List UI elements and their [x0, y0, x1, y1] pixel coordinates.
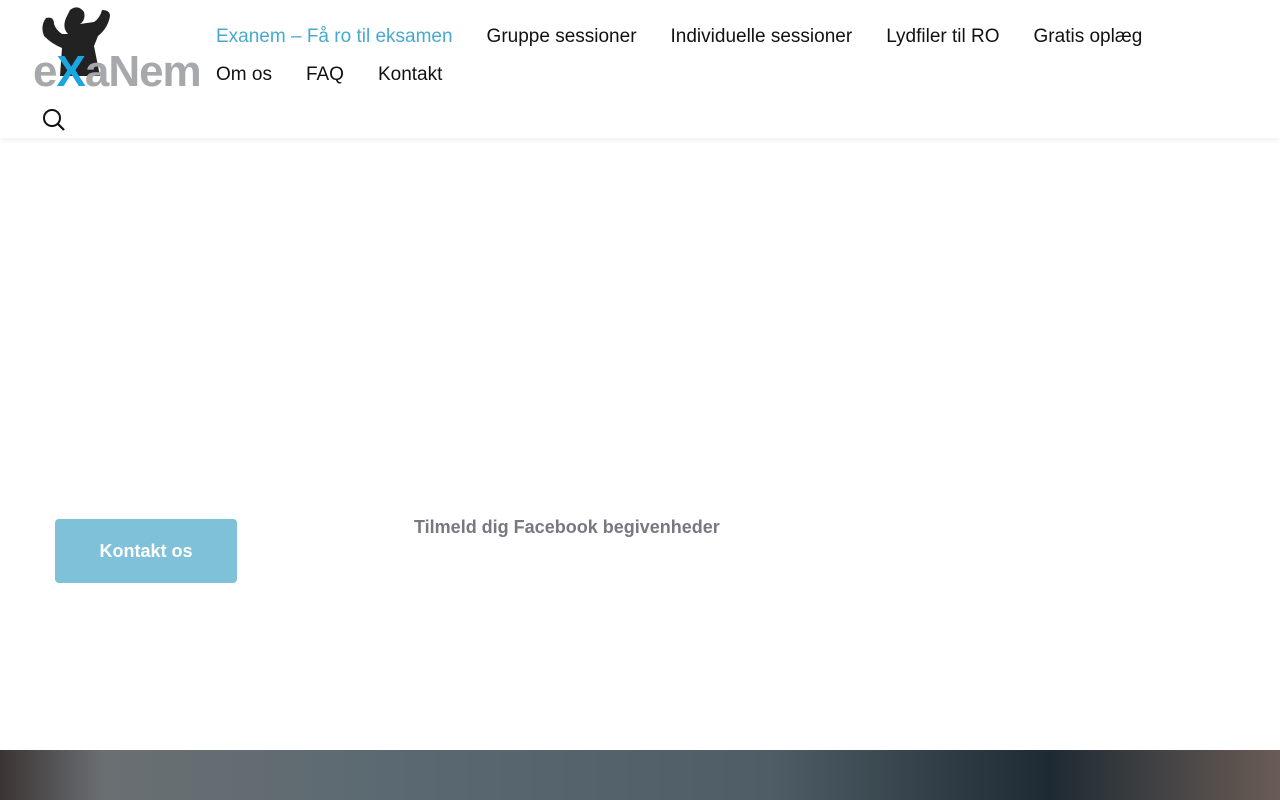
nav-item-group-sessions[interactable]: Gruppe sessioner	[487, 18, 637, 56]
contact-us-button[interactable]: Kontakt os	[55, 519, 237, 583]
nav-item-audio-files[interactable]: Lydfiler til RO	[886, 18, 999, 56]
nav-item-about[interactable]: Om os	[216, 56, 272, 94]
nav-item-individual-sessions[interactable]: Individuelle sessioner	[671, 18, 853, 56]
nav-item-home[interactable]: Exanem – Få ro til eksamen	[216, 18, 453, 56]
exanem-logo[interactable]: eXaNem	[33, 6, 215, 94]
nav-item-faq[interactable]: FAQ	[306, 56, 344, 94]
hero-image	[0, 750, 1280, 800]
main-nav: Exanem – Få ro til eksamen Gruppe sessio…	[216, 18, 1256, 94]
site-header: eXaNem Exanem – Få ro til eksamen Gruppe…	[0, 0, 1280, 138]
logo-wordmark: eXaNem	[33, 47, 202, 96]
search-icon[interactable]	[42, 108, 66, 132]
facebook-events-link[interactable]: Tilmeld dig Facebook begivenheder	[414, 517, 720, 538]
nav-item-free-talks[interactable]: Gratis oplæg	[1034, 18, 1143, 56]
nav-item-contact[interactable]: Kontakt	[378, 56, 442, 94]
